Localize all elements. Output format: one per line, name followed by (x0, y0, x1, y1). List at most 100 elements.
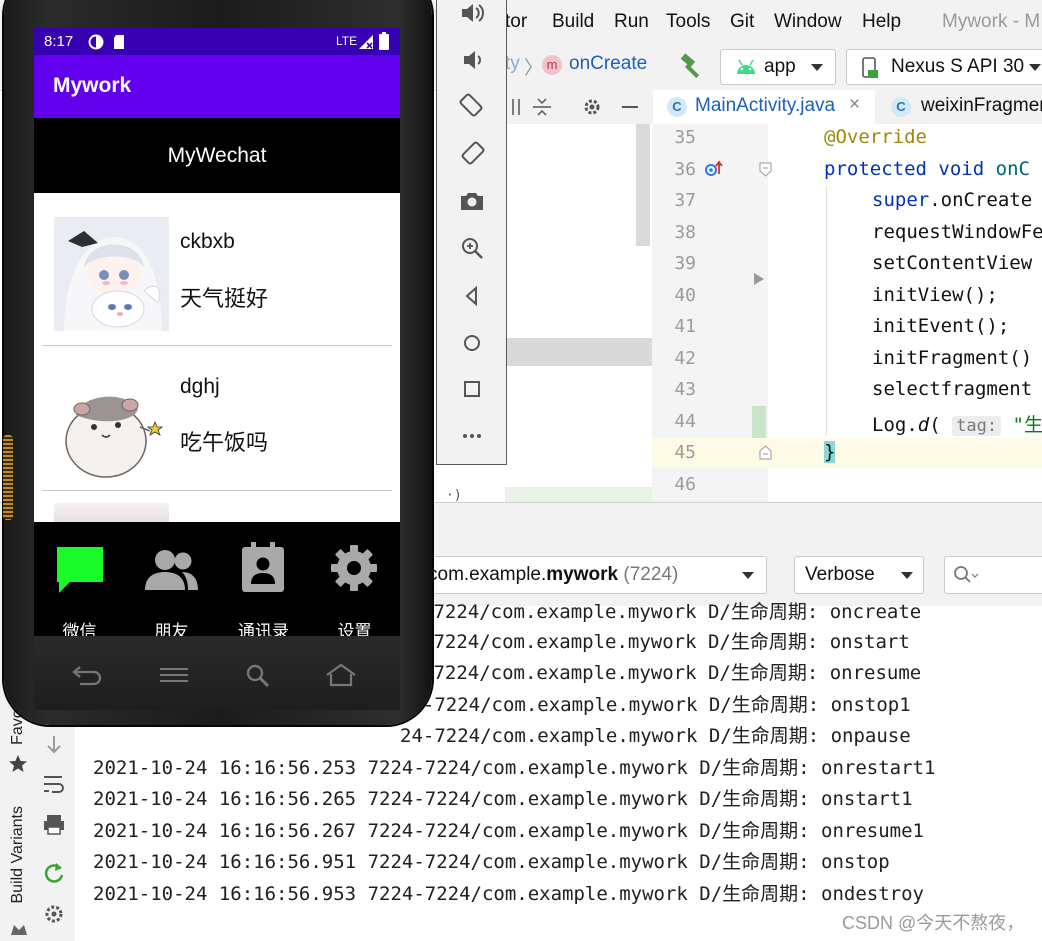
overview-icon[interactable] (459, 376, 485, 402)
log-line: 2021-10-24 16:16:56.253 7224-7224/com.ex… (93, 757, 936, 779)
code-line-36: protected void onC (824, 158, 1030, 180)
device-label: Nexus S API 30 (891, 56, 1025, 77)
run-config-select[interactable]: app (720, 49, 836, 85)
breadcrumb-class[interactable]: ty (505, 53, 520, 75)
line-number: 39 (674, 253, 696, 274)
android-status-bar: 8:17 LTE (34, 28, 400, 55)
camera-icon[interactable] (459, 188, 485, 214)
logcat-search-input[interactable] (944, 556, 1042, 594)
chat-list-item[interactable]: ckbxb 天气挺好 (34, 193, 400, 338)
nav-tab-friends[interactable]: 朋友 (126, 522, 217, 636)
menu-tools[interactable]: Tools (666, 11, 710, 33)
chat-bubble-icon (57, 547, 103, 593)
page-title: MyWechat (167, 144, 267, 167)
hw-home-icon[interactable] (324, 662, 358, 688)
java-class-icon: C (891, 97, 911, 117)
code-text: Log. (872, 414, 918, 436)
nav-tab-wechat[interactable]: 微信 (34, 522, 125, 636)
nav-tab-contacts[interactable]: 通讯录 (218, 522, 309, 636)
code-line-35: @Override (824, 126, 927, 148)
zoom-icon[interactable] (459, 235, 485, 261)
chat-list[interactable]: ckbxb 天气挺好 dghj 吃午饭吗 (34, 193, 400, 522)
phone-hardware-keys (34, 636, 400, 710)
rotate-right-icon[interactable] (459, 140, 485, 166)
more-icon[interactable] (459, 423, 485, 449)
line-number: 45 (674, 442, 696, 463)
hw-search-icon[interactable] (244, 662, 272, 690)
code-keyword: super (872, 189, 930, 211)
code-line-41: initEvent(); (872, 315, 1010, 337)
device-select[interactable]: Nexus S API 30 (846, 49, 1042, 85)
log-level-label: Verbose (805, 564, 875, 585)
breadcrumb-separator: 〉 (524, 58, 544, 79)
fold-start-icon[interactable] (758, 161, 774, 179)
settings-gear-icon[interactable] (581, 96, 603, 118)
hw-back-icon[interactable] (70, 664, 104, 686)
nav-label: 设置 (337, 622, 372, 636)
back-icon[interactable] (459, 283, 485, 309)
panel-scrollbar[interactable] (636, 124, 650, 246)
process-select[interactable]: com.example.mywork (7224) (395, 556, 767, 594)
breakpoint-arrow-icon[interactable] (752, 272, 766, 286)
current-line-highlight (768, 438, 1042, 468)
log-level-select[interactable]: Verbose (794, 556, 924, 594)
project-panel-row (505, 487, 652, 502)
volume-down-icon[interactable] (459, 47, 485, 73)
log-line: 2021-10-24 16:16:56.953 7224-7224/com.ex… (93, 883, 924, 905)
build-hammer-icon[interactable] (678, 53, 706, 79)
run-config-label: app (764, 56, 796, 77)
code-method-name: onC (995, 158, 1030, 180)
favorites-star-icon[interactable] (8, 754, 28, 774)
menu-build[interactable]: Build (552, 11, 594, 33)
line-number: 40 (674, 285, 696, 306)
code-keyword: protected (824, 158, 927, 180)
phone-side-button (3, 435, 13, 520)
status-time: 8:17 (44, 33, 74, 50)
restart-icon[interactable] (42, 861, 66, 885)
chat-last-message: 天气挺好 (180, 287, 269, 312)
bottom-navigation: 微信 朋友 通讯录 设置 (34, 522, 400, 636)
menu-window[interactable]: Window (774, 11, 842, 33)
hamster-avatar-image (54, 375, 169, 489)
chat-list-item[interactable]: dghj 吃午饭吗 (34, 346, 400, 491)
minimize-icon[interactable] (619, 96, 641, 118)
parameter-hint: tag: (952, 416, 1002, 436)
tab-weixinfragment[interactable]: C weixinFragmen (877, 90, 1042, 124)
settings-gear-icon (331, 545, 377, 591)
rotate-left-icon[interactable] (459, 92, 485, 118)
build-variants-icon[interactable] (10, 918, 28, 936)
log-line: 2021-10-24 16:16:56.265 7224-7224/com.ex… (93, 788, 913, 810)
close-tab-icon[interactable]: × (849, 94, 860, 116)
chevron-down-icon (901, 572, 913, 579)
scroll-down-icon[interactable] (44, 734, 64, 756)
log-line: 2021-10-24 16:16:56.951 7224-7224/com.ex… (93, 851, 890, 873)
build-variants-tab[interactable]: Build Variants (9, 806, 27, 904)
app-title: Mywork (53, 74, 132, 97)
volume-up-icon[interactable] (459, 0, 485, 26)
collapse-all-icon[interactable] (531, 96, 555, 118)
method-icon: m (542, 55, 562, 75)
android-icon (737, 59, 755, 74)
line-number: 41 (674, 316, 696, 337)
breadcrumb-method[interactable]: onCreate (569, 53, 647, 75)
project-panel (505, 124, 653, 502)
fold-end-icon[interactable] (758, 443, 774, 461)
print-icon[interactable] (42, 813, 66, 835)
soft-wrap-icon[interactable] (42, 773, 66, 795)
process-label: com.example.mywork (7224) (428, 564, 679, 585)
home-icon[interactable] (459, 330, 485, 356)
hw-menu-icon[interactable] (158, 666, 190, 686)
override-marker-icon[interactable] (704, 160, 724, 180)
tab-mainactivity[interactable]: C MainActivity.java × (653, 90, 875, 127)
menu-git[interactable]: Git (730, 11, 754, 33)
menu-help[interactable]: Help (862, 11, 901, 33)
vcs-change-marker (752, 406, 766, 438)
menu-run[interactable]: Run (614, 11, 649, 33)
menu-editor[interactable]: tor (505, 11, 527, 33)
nav-tab-settings[interactable]: 设置 (309, 522, 400, 636)
settings-gear-icon[interactable] (42, 902, 66, 926)
code-line-38: requestWindowFe (872, 221, 1042, 243)
code-keyword: void (938, 158, 985, 180)
anime-girl-avatar-image (54, 217, 169, 331)
matched-brace: } (824, 441, 836, 463)
